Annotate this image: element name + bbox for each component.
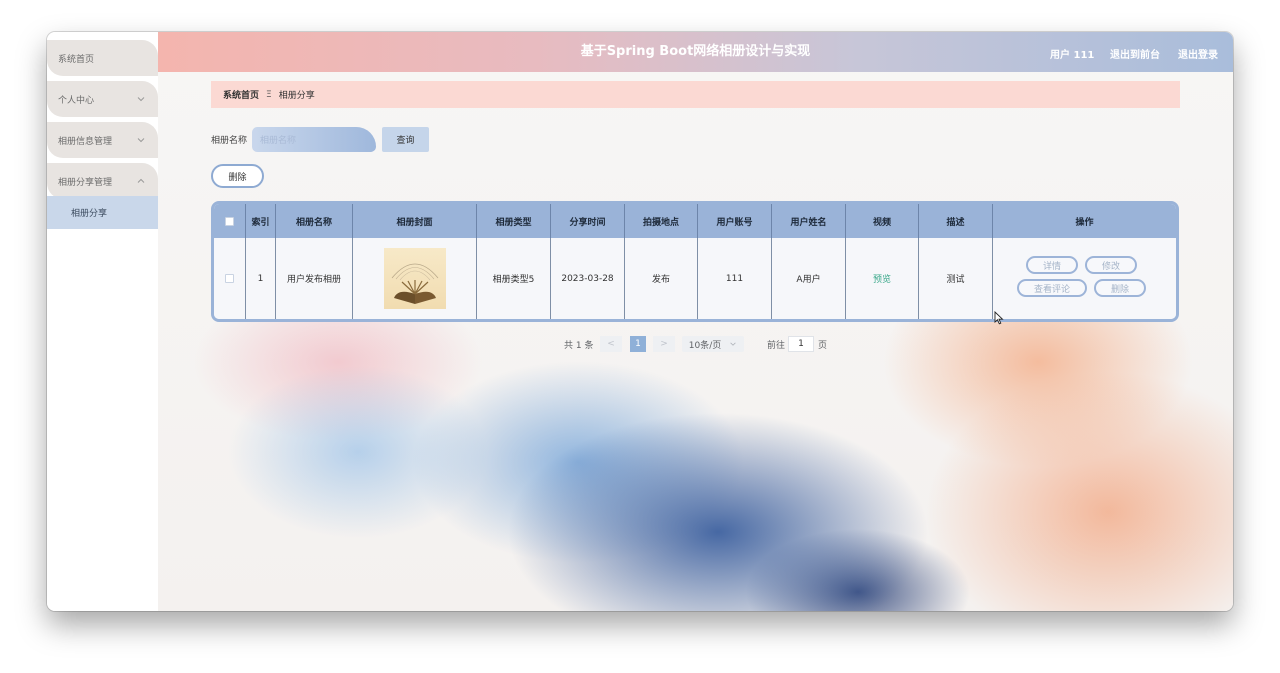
sidebar-item-album-share-management[interactable]: 相册分享管理 (47, 163, 158, 199)
album-cover-image[interactable] (383, 248, 446, 309)
table-row: 1 用户发布相册 相册类型5 2023-03-28 发布 111 A用户 预览 … (214, 238, 1176, 319)
header-cell: 分享时间 (551, 204, 625, 238)
sidebar-item-label: 系统首页 (58, 54, 95, 65)
detail-button[interactable]: 详情 (1026, 256, 1078, 274)
cell-album-cover (353, 238, 477, 319)
table-header: 索引 相册名称 相册封面 相册类型 分享时间 拍摄地点 用户账号 用户姓名 视频… (214, 204, 1176, 238)
header-cell: 相册名称 (276, 204, 353, 238)
main-content: 基于Spring Boot网络相册设计与实现 用户 111 退出到前台 退出登录… (158, 32, 1233, 611)
pagination-prev-button[interactable]: < (600, 336, 622, 352)
page-size-value: 10条/页 (688, 340, 722, 351)
cell-user-name: A用户 (772, 238, 846, 319)
album-name-search-input[interactable] (252, 127, 376, 152)
cell-account: 111 (698, 238, 772, 319)
row-select[interactable] (214, 238, 246, 319)
cell-album-name: 用户发布相册 (276, 238, 353, 319)
pagination-next-button[interactable]: > (653, 336, 675, 352)
row-checkbox[interactable] (225, 274, 234, 283)
cell-location: 发布 (625, 238, 698, 319)
sidebar-item-home[interactable]: 系统首页 (47, 40, 158, 76)
pagination-goto-label: 前往 (767, 340, 786, 351)
open-book-illustration (391, 263, 438, 304)
user-label: 用户 111 (1050, 50, 1095, 61)
sidebar-subitem-album-share[interactable]: 相册分享 (47, 196, 158, 229)
album-share-table: 索引 相册名称 相册封面 相册类型 分享时间 拍摄地点 用户账号 用户姓名 视频… (211, 201, 1179, 322)
breadcrumb-current: 相册分享 (278, 91, 315, 101)
breadcrumb-separator: Ξ (266, 89, 272, 100)
cell-index: 1 (246, 238, 276, 319)
chevron-down-icon (137, 97, 145, 102)
back-to-front-link[interactable]: 退出到前台 (1110, 46, 1160, 61)
header-cell: 视频 (846, 204, 919, 238)
sidebar-item-label: 相册分享管理 (58, 177, 113, 188)
logout-link[interactable]: 退出登录 (1178, 46, 1218, 61)
header-cell: 相册封面 (353, 204, 477, 238)
sidebar-subitem-label: 相册分享 (71, 209, 108, 219)
pagination-page-1[interactable]: 1 (630, 336, 646, 352)
header-cell: 描述 (919, 204, 993, 238)
sidebar-item-personal-center[interactable]: 个人中心 (47, 81, 158, 117)
search-button[interactable]: 查询 (382, 127, 429, 152)
view-comments-button[interactable]: 查看评论 (1017, 279, 1087, 297)
chevron-up-icon (137, 178, 145, 183)
header-cell: 操作 (1075, 217, 1094, 228)
sidebar-item-album-info[interactable]: 相册信息管理 (47, 122, 158, 158)
pagination-goto-input[interactable]: 1 (788, 336, 814, 352)
cell-album-type: 相册类型5 (477, 238, 551, 319)
header-select-all[interactable] (214, 204, 246, 238)
header-cell: 用户姓名 (772, 204, 846, 238)
row-operations: 详情 修改 查看评论 删除 (993, 238, 1176, 319)
breadcrumb-home[interactable]: 系统首页 (223, 88, 259, 101)
cell-video: 预览 (846, 238, 919, 319)
pagination-total: 共 1 条 (564, 340, 594, 351)
cell-description: 测试 (919, 238, 993, 319)
breadcrumb: 系统首页 Ξ 相册分享 (211, 81, 1180, 108)
chevron-down-icon (730, 342, 736, 346)
cell-share-time: 2023-03-28 (551, 238, 625, 319)
sidebar: 系统首页 个人中心 相册信息管理 相册分享管理 相册分享 (47, 32, 158, 611)
video-preview-link[interactable]: 预览 (873, 272, 891, 285)
edit-button[interactable]: 修改 (1085, 256, 1137, 274)
browser-window: 系统首页 个人中心 相册信息管理 相册分享管理 相册分享 基于Spring Bo… (47, 32, 1233, 611)
sidebar-item-label: 个人中心 (58, 95, 95, 106)
sidebar-item-label: 相册信息管理 (58, 136, 113, 147)
page-size-select[interactable]: 10条/页 (682, 336, 744, 352)
mouse-cursor-icon (994, 311, 1004, 325)
search-label: 相册名称 (211, 136, 248, 146)
header-cell: 拍摄地点 (625, 204, 698, 238)
pagination-goto-unit: 页 (818, 340, 828, 351)
chevron-down-icon (137, 138, 145, 143)
cell-operations: 详情 修改 查看评论 删除 (993, 238, 1176, 319)
row-delete-button[interactable]: 删除 (1094, 279, 1146, 297)
select-all-checkbox[interactable] (225, 216, 234, 226)
header-cell: 相册类型 (477, 204, 551, 238)
header-cell: 索引 (246, 204, 276, 238)
header-cell: 用户账号 (698, 204, 772, 238)
bulk-delete-button[interactable]: 删除 (211, 164, 264, 188)
